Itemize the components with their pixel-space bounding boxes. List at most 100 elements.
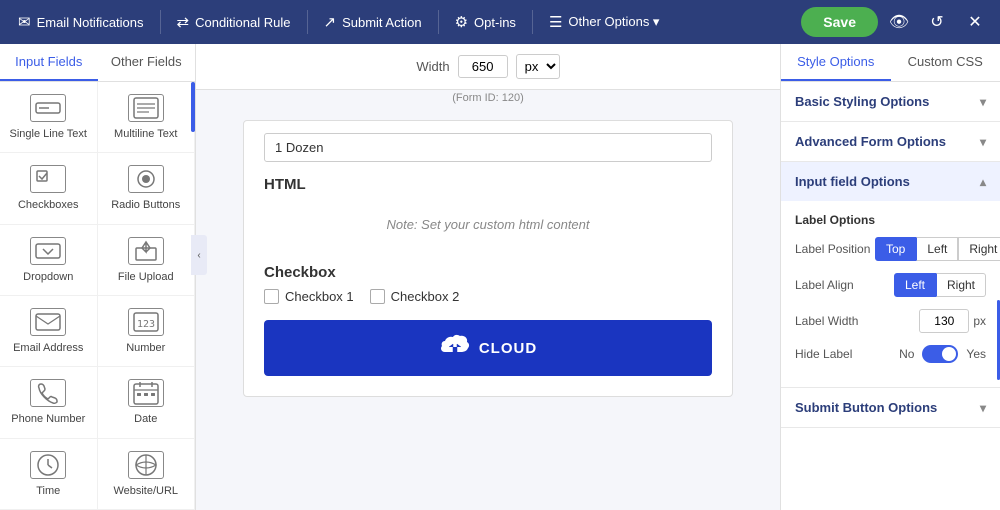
nav-other-options[interactable]: ☰ Other Options ▾ [539, 7, 670, 37]
nav-conditional-rule[interactable]: ⇄ Conditional Rule [167, 7, 301, 37]
accordion-advanced-form-header[interactable]: Advanced Form Options ▾ [781, 122, 1000, 161]
nav-email-notifications[interactable]: ✉ Email Notifications [8, 7, 154, 37]
checkbox-box-1 [264, 289, 279, 304]
fields-grid: Single Line Text Multiline Text Checkbox… [0, 82, 195, 510]
accordion-submit-button: Submit Button Options ▾ [781, 388, 1000, 428]
tab-input-fields[interactable]: Input Fields [0, 44, 98, 81]
checkbox-section-label: Checkbox [264, 264, 712, 281]
email-address-icon [30, 308, 66, 336]
other-options-icon: ☰ [549, 13, 562, 31]
accordion-submit-button-header[interactable]: Submit Button Options ▾ [781, 388, 1000, 427]
left-tabs: Input Fields Other Fields [0, 44, 195, 82]
top-nav: ✉ Email Notifications ⇄ Conditional Rule… [0, 0, 1000, 44]
single-line-text-icon [30, 94, 66, 122]
center-panel: Width px % (Form ID: 120) 1 Dozen HTML N… [196, 44, 780, 510]
date-icon [128, 379, 164, 407]
checkbox-label-2: Checkbox 2 [391, 289, 460, 304]
checkbox-item-1[interactable]: Checkbox 1 [264, 289, 354, 304]
form-dropdown[interactable]: 1 Dozen [264, 133, 712, 162]
label-position-left[interactable]: Left [916, 237, 958, 261]
hide-label-no: No [899, 347, 914, 361]
close-button[interactable]: ✕ [958, 5, 992, 39]
field-number[interactable]: 123 Number [98, 296, 196, 367]
tab-custom-css[interactable]: Custom CSS [891, 44, 1000, 81]
unit-select[interactable]: px % [516, 54, 560, 79]
hide-label-yes: Yes [966, 347, 986, 361]
nav-opt-ins[interactable]: ⚙ Opt-ins [445, 7, 526, 37]
label-position-group: Top Left Right [875, 237, 1000, 261]
nav-submit-action[interactable]: ↗ Submit Action [314, 7, 432, 37]
accordion-submit-button-label: Submit Button Options [795, 400, 937, 415]
field-checkboxes[interactable]: Checkboxes [0, 153, 98, 224]
multiline-text-icon [128, 94, 164, 122]
field-dropdown[interactable]: Dropdown [0, 225, 98, 296]
accordion-input-field-label: Input field Options [795, 174, 910, 189]
field-multiline-text[interactable]: Multiline Text [98, 82, 196, 153]
email-icon: ✉ [18, 13, 31, 31]
radio-buttons-label: Radio Buttons [111, 199, 180, 211]
label-width-input[interactable] [919, 309, 969, 333]
accordion-input-field-content: Label Options Label Position Top Left Ri… [781, 201, 1000, 387]
html-section: HTML Note: Set your custom html content [264, 176, 712, 248]
label-position-label: Label Position [795, 242, 875, 256]
preview-button[interactable]: 👁 [882, 5, 916, 39]
label-position-row: Label Position Top Left Right [795, 237, 986, 261]
label-align-left[interactable]: Left [894, 273, 936, 297]
html-section-label: HTML [264, 176, 712, 193]
accordion-basic-styling-header[interactable]: Basic Styling Options ▾ [781, 82, 1000, 121]
field-website-url[interactable]: Website/URL [98, 439, 196, 510]
label-align-group: Left Right [894, 273, 986, 297]
checkboxes-icon [30, 165, 66, 193]
field-file-upload[interactable]: File Upload [98, 225, 196, 296]
radio-buttons-icon [128, 165, 164, 193]
phone-number-icon [30, 379, 66, 407]
accordion-input-field-header[interactable]: Input field Options ▴ [781, 162, 1000, 201]
form-toolbar: Width px % [196, 44, 780, 90]
field-phone-number[interactable]: Phone Number [0, 367, 98, 438]
html-note: Note: Set your custom html content [264, 201, 712, 248]
field-email-address[interactable]: Email Address [0, 296, 98, 367]
label-width-row: Label Width px [795, 309, 986, 333]
field-time[interactable]: Time [0, 439, 98, 510]
main-layout: Input Fields Other Fields Single Line Te… [0, 44, 1000, 510]
collapse-panel-button[interactable]: ‹ [191, 235, 207, 275]
time-label: Time [36, 485, 60, 497]
accordion-input-field-arrow: ▴ [980, 175, 986, 189]
checkbox-item-2[interactable]: Checkbox 2 [370, 289, 460, 304]
accordion-advanced-form-arrow: ▾ [980, 135, 986, 149]
hide-label-label: Hide Label [795, 347, 899, 361]
optins-icon: ⚙ [455, 13, 468, 31]
field-single-line-text[interactable]: Single Line Text [0, 82, 98, 153]
accordion-advanced-form: Advanced Form Options ▾ [781, 122, 1000, 162]
accordion-basic-styling-label: Basic Styling Options [795, 94, 929, 109]
time-icon [30, 451, 66, 479]
refresh-button[interactable]: ↺ [920, 5, 954, 39]
label-width-field: px [919, 309, 986, 333]
dropdown-label: Dropdown [23, 271, 73, 283]
accordion-input-field: Input field Options ▴ Label Options Labe… [781, 162, 1000, 388]
file-upload-label: File Upload [118, 271, 174, 283]
accordion-submit-button-arrow: ▾ [980, 401, 986, 415]
tab-other-fields[interactable]: Other Fields [98, 44, 196, 81]
field-radio-buttons[interactable]: Radio Buttons [98, 153, 196, 224]
nav-divider [160, 10, 161, 34]
field-date[interactable]: Date [98, 367, 196, 438]
file-upload-icon [128, 237, 164, 265]
submit-icon: ↗ [324, 13, 337, 31]
label-align-label: Label Align [795, 278, 894, 292]
submit-button-preview: CLOUD [264, 320, 712, 376]
cloud-submit-icon [439, 334, 471, 362]
hide-label-toggle[interactable] [922, 345, 958, 363]
hide-label-toggle-row: No Yes [899, 345, 986, 363]
label-position-right[interactable]: Right [958, 237, 1000, 261]
tab-style-options[interactable]: Style Options [781, 44, 891, 81]
accordion-basic-styling-arrow: ▾ [980, 95, 986, 109]
label-position-top[interactable]: Top [875, 237, 916, 261]
right-tabs: Style Options Custom CSS [781, 44, 1000, 82]
left-scrollbar [191, 82, 195, 132]
save-button[interactable]: Save [801, 7, 878, 37]
label-align-right[interactable]: Right [936, 273, 986, 297]
conditional-icon: ⇄ [177, 13, 190, 31]
width-input[interactable] [458, 55, 508, 78]
width-label: Width [416, 59, 449, 74]
